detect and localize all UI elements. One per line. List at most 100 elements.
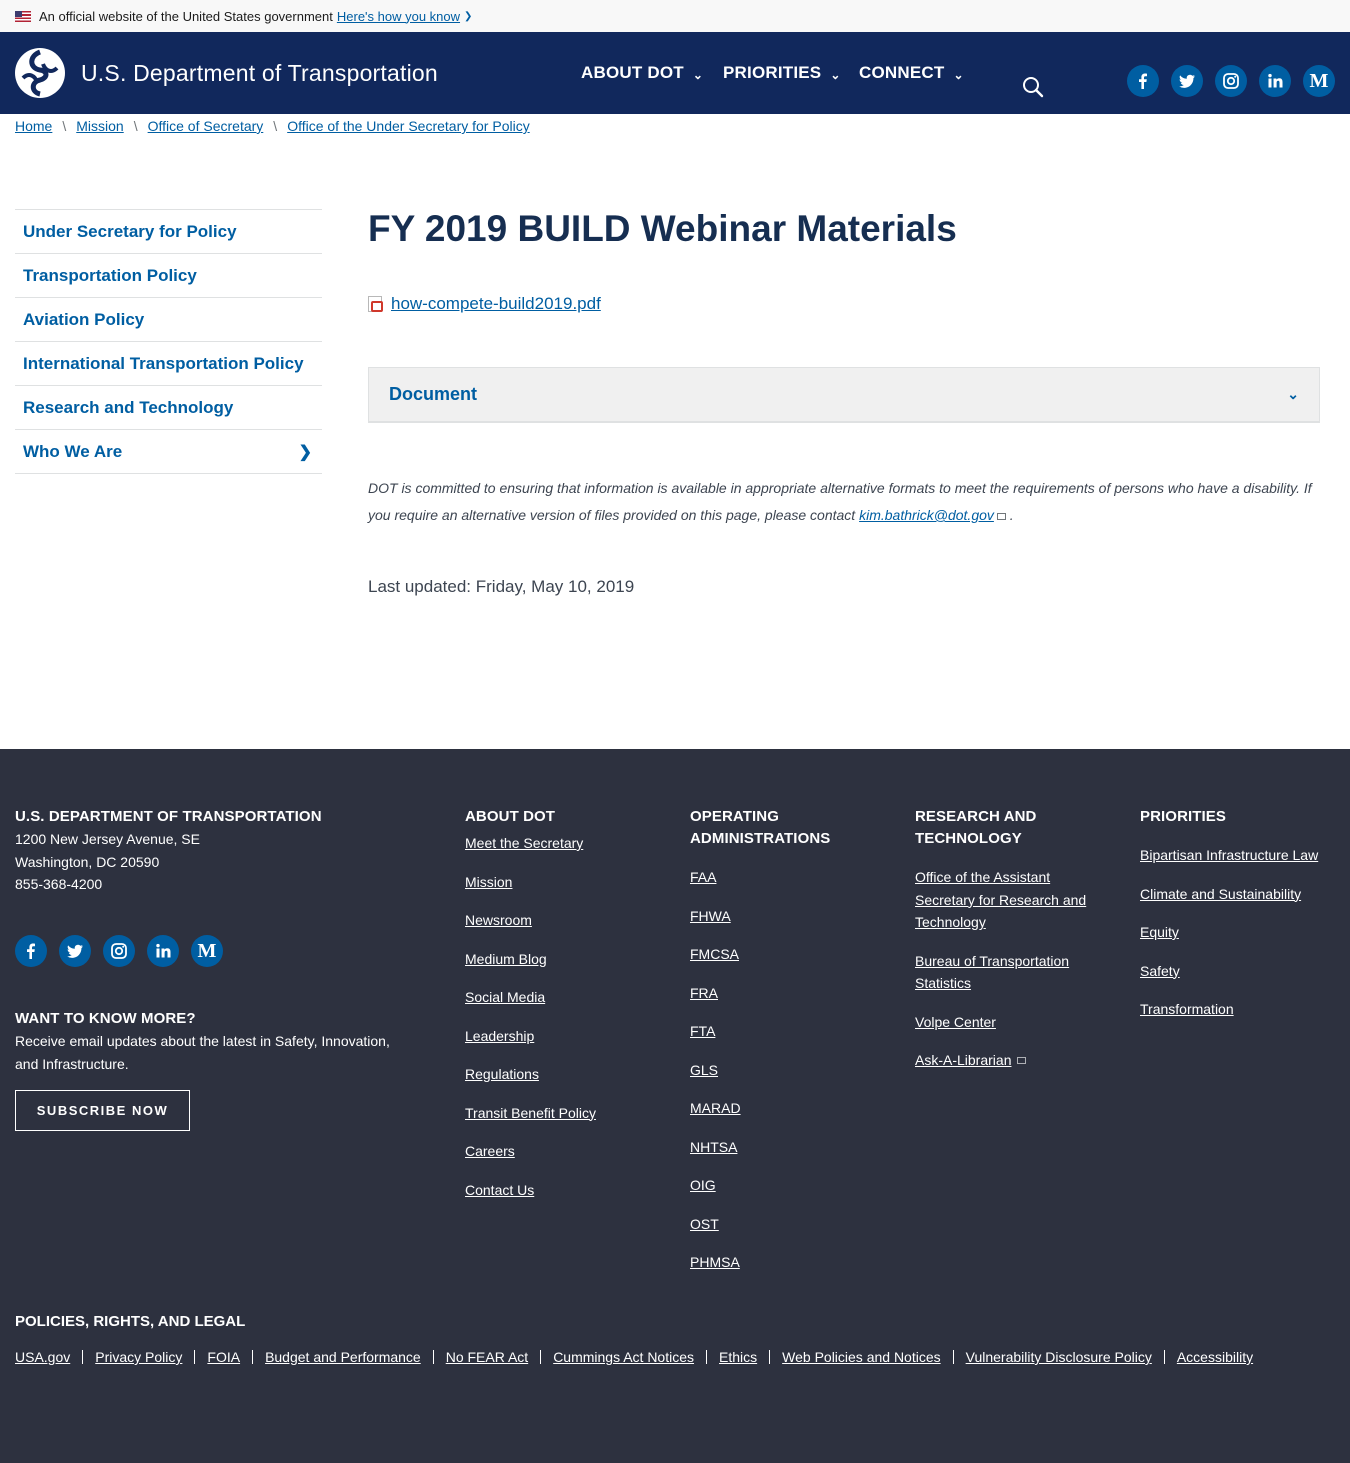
accordion-label: Document [389, 384, 478, 404]
footer-link-fmcsa[interactable]: FMCSA [690, 943, 890, 966]
breadcrumb-separator: \ [273, 118, 278, 134]
facebook-icon[interactable] [15, 935, 47, 967]
legal-link-web-policies[interactable]: Web Policies and Notices [782, 1349, 940, 1365]
footer-link-ost-r[interactable]: Office of the Assistant Secretary for Re… [915, 866, 1100, 934]
footer-link-social-media[interactable]: Social Media [465, 986, 665, 1009]
footer-address-line1: 1200 New Jersey Avenue, SE [15, 831, 200, 847]
chevron-down-icon: ⌄ [1287, 386, 1299, 402]
breadcrumb-separator: \ [62, 118, 67, 134]
footer-operating-heading: OPERATING ADMINISTRATIONS [690, 808, 831, 847]
footer-priorities: PRIORITIES Bipartisan Infrastructure Law… [1140, 806, 1345, 1021]
footer-link-phmsa[interactable]: PHMSA [690, 1251, 890, 1274]
footer-link-bipartisan-infrastructure[interactable]: Bipartisan Infrastructure Law [1140, 844, 1345, 867]
footer-org-heading: U.S. DEPARTMENT OF TRANSPORTATION [15, 808, 322, 825]
linkedin-icon[interactable] [1259, 65, 1291, 97]
twitter-icon[interactable] [1171, 65, 1203, 97]
document-accordion[interactable]: Document ⌄ [368, 367, 1320, 423]
footer-link-careers[interactable]: Careers [465, 1140, 665, 1163]
sidebar-nav: Under Secretary for Policy Transportatio… [15, 209, 322, 474]
breadcrumb-mission[interactable]: Mission [76, 118, 123, 134]
footer-link-regulations[interactable]: Regulations [465, 1063, 665, 1086]
facebook-icon[interactable] [1127, 65, 1159, 97]
contact-email-link[interactable]: kim.bathrick@dot.gov [859, 507, 994, 523]
pdf-download-link[interactable]: how-compete-build2019.pdf [391, 294, 601, 314]
footer-link-transformation[interactable]: Transformation [1140, 998, 1345, 1021]
footer-link-marad[interactable]: MARAD [690, 1097, 890, 1120]
breadcrumb-office-under-secretary-policy[interactable]: Office of the Under Secretary for Policy [287, 118, 530, 134]
footer-link-bts[interactable]: Bureau of Transportation Statistics [915, 950, 1100, 995]
subscribe-button[interactable]: SUBSCRIBE NOW [15, 1090, 190, 1131]
footer-about-dot: ABOUT DOT Meet the Secretary Mission New… [465, 806, 665, 1201]
footer-operating-links: FAA FHWA FMCSA FRA FTA GLS MARAD NHTSA O… [690, 866, 890, 1274]
footer-link-fta[interactable]: FTA [690, 1020, 890, 1043]
medium-icon[interactable]: M [1303, 65, 1335, 97]
site-title[interactable]: U.S. Department of Transportation [81, 60, 438, 87]
legal-separator [194, 1350, 196, 1364]
footer-link-equity[interactable]: Equity [1140, 921, 1345, 944]
footer-link-ask-a-librarian[interactable]: Ask-A-Librarian [915, 1049, 1011, 1072]
breadcrumb-office-of-secretary[interactable]: Office of Secretary [148, 118, 264, 134]
sidebar-item-label: International Transportation Policy [23, 353, 304, 373]
external-link-icon [1017, 1056, 1027, 1064]
footer-link-fra[interactable]: FRA [690, 982, 890, 1005]
search-icon[interactable] [1022, 76, 1044, 98]
legal-link-privacy[interactable]: Privacy Policy [95, 1349, 182, 1365]
footer-link-ost[interactable]: OST [690, 1213, 890, 1236]
legal-link-usa-gov[interactable]: USA.gov [15, 1349, 70, 1365]
external-link-icon [996, 513, 1006, 520]
legal-separator [82, 1350, 84, 1364]
footer-link-medium-blog[interactable]: Medium Blog [465, 948, 665, 971]
instagram-icon[interactable] [1215, 65, 1247, 97]
legal-link-vulnerability[interactable]: Vulnerability Disclosure Policy [966, 1349, 1152, 1365]
nav-connect-label: CONNECT [859, 63, 945, 82]
footer-link-newsroom[interactable]: Newsroom [465, 909, 665, 932]
footer-link-safety[interactable]: Safety [1140, 960, 1345, 983]
instagram-icon[interactable] [103, 935, 135, 967]
footer-address-line2: Washington, DC 20590 [15, 853, 160, 870]
footer-link-gls[interactable]: GLS [690, 1059, 890, 1082]
footer-link-mission[interactable]: Mission [465, 871, 665, 894]
sidebar-item-who-we-are[interactable]: Who We Are ❯ [15, 430, 322, 474]
heres-how-you-know-link[interactable]: Here's how you know [337, 9, 460, 24]
chevron-down-icon[interactable]: ❯ [464, 11, 472, 22]
legal-link-ethics[interactable]: Ethics [719, 1349, 757, 1365]
legal-link-no-fear[interactable]: No FEAR Act [446, 1349, 528, 1365]
footer-link-fhwa[interactable]: FHWA [690, 905, 890, 928]
nav-priorities[interactable]: PRIORITIES ⌄ [723, 63, 841, 83]
sidebar-item-label: Transportation Policy [23, 265, 197, 285]
sidebar-item-research-technology[interactable]: Research and Technology [15, 386, 322, 430]
sidebar-item-label: Who We Are [23, 441, 123, 461]
dot-logo-icon[interactable] [15, 48, 65, 98]
sidebar-item-under-secretary[interactable]: Under Secretary for Policy [15, 210, 322, 254]
legal-link-accessibility[interactable]: Accessibility [1177, 1349, 1253, 1365]
footer-link-nhtsa[interactable]: NHTSA [690, 1136, 890, 1159]
footer-link-contact-us[interactable]: Contact Us [465, 1179, 665, 1202]
legal-link-foia[interactable]: FOIA [207, 1349, 240, 1365]
footer-about-links: Meet the Secretary Mission Newsroom Medi… [465, 832, 665, 1201]
linkedin-icon[interactable] [147, 935, 179, 967]
medium-icon[interactable]: M [191, 935, 223, 967]
nav-about-dot[interactable]: ABOUT DOT ⌄ [581, 63, 703, 83]
footer-link-meet-secretary[interactable]: Meet the Secretary [465, 832, 665, 855]
twitter-icon[interactable] [59, 935, 91, 967]
sidebar-item-international-policy[interactable]: International Transportation Policy [15, 342, 322, 386]
footer-link-climate[interactable]: Climate and Sustainability [1140, 883, 1345, 906]
footer-link-oig[interactable]: OIG [690, 1174, 890, 1197]
site-header: U.S. Department of Transportation ABOUT … [0, 32, 1350, 114]
breadcrumb: Home \ Mission \ Office of Secretary \ O… [15, 118, 530, 134]
footer-want-heading: WANT TO KNOW MORE? [15, 1010, 196, 1027]
chevron-right-icon[interactable]: ❯ [299, 442, 312, 462]
sidebar-item-transportation-policy[interactable]: Transportation Policy [15, 254, 322, 298]
footer-ask-librarian-row: Ask-A-Librarian [915, 1049, 1100, 1072]
legal-link-cummings[interactable]: Cummings Act Notices [553, 1349, 694, 1365]
footer-link-leadership[interactable]: Leadership [465, 1025, 665, 1048]
nav-priorities-label: PRIORITIES [723, 63, 822, 82]
legal-link-budget[interactable]: Budget and Performance [265, 1349, 421, 1365]
footer-link-faa[interactable]: FAA [690, 866, 890, 889]
accessibility-notice: DOT is committed to ensuring that inform… [368, 475, 1323, 529]
footer-link-transit-benefit[interactable]: Transit Benefit Policy [465, 1102, 665, 1125]
nav-connect[interactable]: CONNECT ⌄ [859, 63, 964, 83]
breadcrumb-home[interactable]: Home [15, 118, 52, 134]
footer-link-volpe[interactable]: Volpe Center [915, 1011, 1100, 1034]
sidebar-item-aviation-policy[interactable]: Aviation Policy [15, 298, 322, 342]
